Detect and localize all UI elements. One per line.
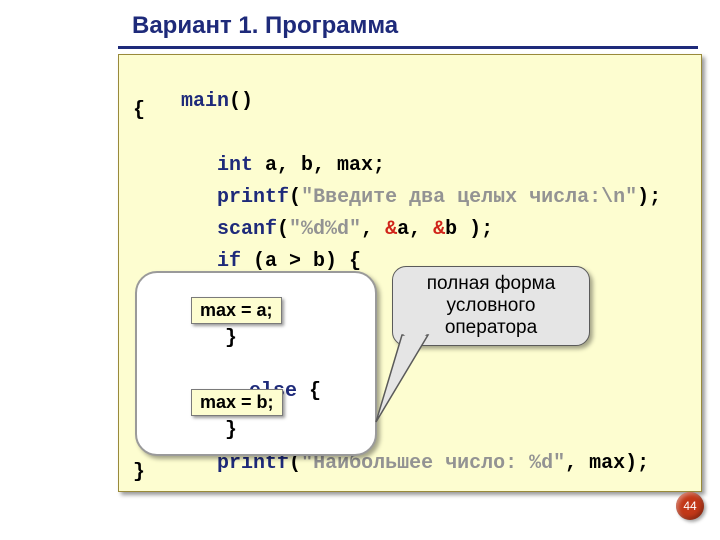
title-underline xyxy=(118,46,698,49)
callout-line: полная форма xyxy=(393,273,589,295)
code-line: main() xyxy=(133,67,253,136)
callout-bubble: полная форма условного оператора xyxy=(392,266,590,346)
page-number-badge: 44 xyxy=(676,492,704,520)
code-line: { xyxy=(133,99,145,122)
code-line: } xyxy=(165,327,237,350)
code-line: } xyxy=(165,419,237,442)
assign-max-a: max = a; xyxy=(191,297,282,324)
code-line: } xyxy=(133,461,145,484)
callout-line: оператора xyxy=(393,317,589,339)
assign-max-b: max = b; xyxy=(191,389,283,416)
highlight-region: max = a; } else { max = b; } xyxy=(135,271,377,456)
callout-line: условного xyxy=(393,295,589,317)
slide-title: Вариант 1. Программа xyxy=(132,12,398,40)
